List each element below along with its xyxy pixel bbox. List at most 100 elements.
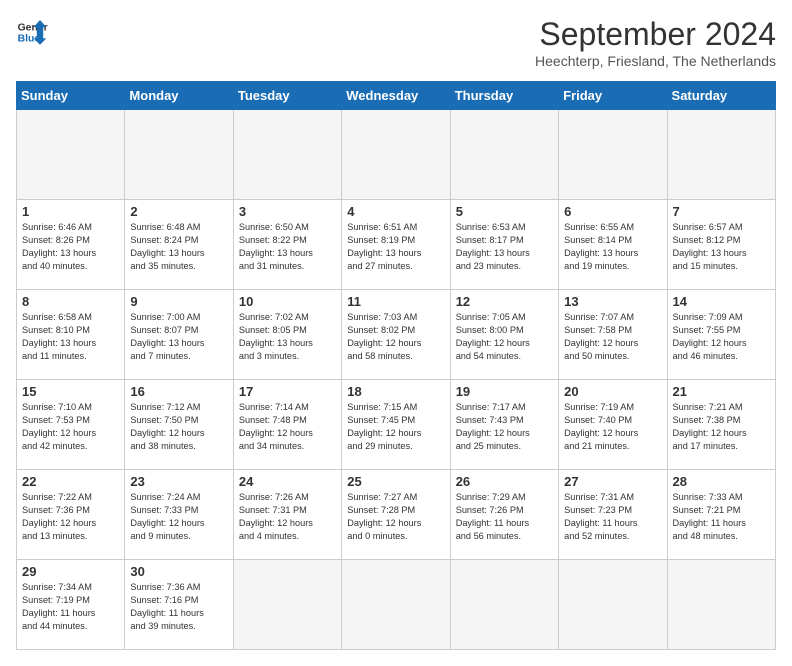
day-number: 26 xyxy=(456,474,553,489)
day-number: 24 xyxy=(239,474,336,489)
calendar-cell: 12 Sunrise: 7:05 AM Sunset: 8:00 PM Dayli… xyxy=(450,290,558,380)
day-number: 8 xyxy=(22,294,119,309)
calendar-cell: 20 Sunrise: 7:19 AM Sunset: 7:40 PM Dayli… xyxy=(559,380,667,470)
calendar-cell xyxy=(450,560,558,650)
page-header: General Blue September 2024 Heechterp, F… xyxy=(16,16,776,69)
day-number: 7 xyxy=(673,204,770,219)
day-number: 28 xyxy=(673,474,770,489)
day-number: 5 xyxy=(456,204,553,219)
day-number: 10 xyxy=(239,294,336,309)
day-info: Sunrise: 7:31 AM Sunset: 7:23 PM Dayligh… xyxy=(564,491,661,543)
day-number: 13 xyxy=(564,294,661,309)
calendar-cell: 15 Sunrise: 7:10 AM Sunset: 7:53 PM Dayli… xyxy=(17,380,125,470)
day-number: 15 xyxy=(22,384,119,399)
calendar-cell: 21Sunrise: 7:21 AM Sunset: 7:38 PM Dayli… xyxy=(667,380,775,470)
day-number: 12 xyxy=(456,294,553,309)
calendar-cell: 24 Sunrise: 7:26 AM Sunset: 7:31 PM Dayli… xyxy=(233,470,341,560)
day-info: Sunrise: 6:48 AM Sunset: 8:24 PM Dayligh… xyxy=(130,221,227,273)
day-info: Sunrise: 7:02 AM Sunset: 8:05 PM Dayligh… xyxy=(239,311,336,363)
day-info: Sunrise: 7:12 AM Sunset: 7:50 PM Dayligh… xyxy=(130,401,227,453)
day-number: 2 xyxy=(130,204,227,219)
day-info: Sunrise: 7:34 AM Sunset: 7:19 PM Dayligh… xyxy=(22,581,119,633)
day-info: Sunrise: 7:29 AM Sunset: 7:26 PM Dayligh… xyxy=(456,491,553,543)
day-info: Sunrise: 6:58 AM Sunset: 8:10 PM Dayligh… xyxy=(22,311,119,363)
calendar-cell: 3 Sunrise: 6:50 AM Sunset: 8:22 PM Daylig… xyxy=(233,200,341,290)
location: Heechterp, Friesland, The Netherlands xyxy=(535,53,776,69)
weekday-header: Friday xyxy=(559,82,667,110)
day-info: Sunrise: 7:05 AM Sunset: 8:00 PM Dayligh… xyxy=(456,311,553,363)
day-info: Sunrise: 7:17 AM Sunset: 7:43 PM Dayligh… xyxy=(456,401,553,453)
day-number: 21 xyxy=(673,384,770,399)
calendar-cell xyxy=(17,110,125,200)
weekday-header: Wednesday xyxy=(342,82,450,110)
day-number: 16 xyxy=(130,384,227,399)
calendar-cell: 14 Sunrise: 7:09 AM Sunset: 7:55 PM Dayli… xyxy=(667,290,775,380)
day-number: 20 xyxy=(564,384,661,399)
month-title: September 2024 xyxy=(535,16,776,53)
calendar-cell: 7 Sunrise: 6:57 AM Sunset: 8:12 PM Daylig… xyxy=(667,200,775,290)
day-number: 22 xyxy=(22,474,119,489)
day-number: 19 xyxy=(456,384,553,399)
calendar-cell: 6 Sunrise: 6:55 AM Sunset: 8:14 PM Daylig… xyxy=(559,200,667,290)
day-number: 29 xyxy=(22,564,119,579)
calendar-cell: 10 Sunrise: 7:02 AM Sunset: 8:05 PM Dayli… xyxy=(233,290,341,380)
day-number: 14 xyxy=(673,294,770,309)
calendar-cell xyxy=(667,110,775,200)
calendar-cell: 16 Sunrise: 7:12 AM Sunset: 7:50 PM Dayli… xyxy=(125,380,233,470)
day-info: Sunrise: 7:14 AM Sunset: 7:48 PM Dayligh… xyxy=(239,401,336,453)
calendar-cell: 8 Sunrise: 6:58 AM Sunset: 8:10 PM Daylig… xyxy=(17,290,125,380)
weekday-header: Sunday xyxy=(17,82,125,110)
day-info: Sunrise: 7:27 AM Sunset: 7:28 PM Dayligh… xyxy=(347,491,444,543)
calendar-cell: 1 Sunrise: 6:46 AM Sunset: 8:26 PM Daylig… xyxy=(17,200,125,290)
day-info: Sunrise: 7:19 AM Sunset: 7:40 PM Dayligh… xyxy=(564,401,661,453)
calendar-cell: 11 Sunrise: 7:03 AM Sunset: 8:02 PM Dayli… xyxy=(342,290,450,380)
calendar-cell: 2 Sunrise: 6:48 AM Sunset: 8:24 PM Daylig… xyxy=(125,200,233,290)
calendar-table: SundayMondayTuesdayWednesdayThursdayFrid… xyxy=(16,81,776,650)
calendar-cell: 28Sunrise: 7:33 AM Sunset: 7:21 PM Dayli… xyxy=(667,470,775,560)
day-number: 6 xyxy=(564,204,661,219)
day-number: 11 xyxy=(347,294,444,309)
calendar-cell xyxy=(125,110,233,200)
day-info: Sunrise: 7:03 AM Sunset: 8:02 PM Dayligh… xyxy=(347,311,444,363)
day-number: 23 xyxy=(130,474,227,489)
calendar-cell: 4 Sunrise: 6:51 AM Sunset: 8:19 PM Daylig… xyxy=(342,200,450,290)
day-number: 25 xyxy=(347,474,444,489)
calendar-cell: 25 Sunrise: 7:27 AM Sunset: 7:28 PM Dayli… xyxy=(342,470,450,560)
calendar-cell xyxy=(667,560,775,650)
day-info: Sunrise: 6:50 AM Sunset: 8:22 PM Dayligh… xyxy=(239,221,336,273)
day-info: Sunrise: 7:36 AM Sunset: 7:16 PM Dayligh… xyxy=(130,581,227,633)
day-info: Sunrise: 7:22 AM Sunset: 7:36 PM Dayligh… xyxy=(22,491,119,543)
calendar-cell: 19 Sunrise: 7:17 AM Sunset: 7:43 PM Dayli… xyxy=(450,380,558,470)
calendar-cell: 23Sunrise: 7:24 AM Sunset: 7:33 PM Dayli… xyxy=(125,470,233,560)
day-info: Sunrise: 6:51 AM Sunset: 8:19 PM Dayligh… xyxy=(347,221,444,273)
calendar-cell: 27 Sunrise: 7:31 AM Sunset: 7:23 PM Dayli… xyxy=(559,470,667,560)
day-number: 17 xyxy=(239,384,336,399)
calendar-cell xyxy=(342,560,450,650)
day-info: Sunrise: 7:15 AM Sunset: 7:45 PM Dayligh… xyxy=(347,401,444,453)
weekday-header: Thursday xyxy=(450,82,558,110)
calendar-cell: 30Sunrise: 7:36 AM Sunset: 7:16 PM Dayli… xyxy=(125,560,233,650)
calendar-cell: 26 Sunrise: 7:29 AM Sunset: 7:26 PM Dayli… xyxy=(450,470,558,560)
calendar-cell xyxy=(233,560,341,650)
calendar-cell xyxy=(559,110,667,200)
day-number: 9 xyxy=(130,294,227,309)
day-number: 1 xyxy=(22,204,119,219)
day-number: 18 xyxy=(347,384,444,399)
day-info: Sunrise: 6:46 AM Sunset: 8:26 PM Dayligh… xyxy=(22,221,119,273)
day-number: 4 xyxy=(347,204,444,219)
day-info: Sunrise: 6:57 AM Sunset: 8:12 PM Dayligh… xyxy=(673,221,770,273)
calendar-cell: 29 Sunrise: 7:34 AM Sunset: 7:19 PM Dayli… xyxy=(17,560,125,650)
calendar-cell xyxy=(342,110,450,200)
day-info: Sunrise: 6:55 AM Sunset: 8:14 PM Dayligh… xyxy=(564,221,661,273)
title-block: September 2024 Heechterp, Friesland, The… xyxy=(535,16,776,69)
calendar-cell: 5Sunrise: 6:53 AM Sunset: 8:17 PM Daylig… xyxy=(450,200,558,290)
day-number: 27 xyxy=(564,474,661,489)
calendar-cell: 9Sunrise: 7:00 AM Sunset: 8:07 PM Daylig… xyxy=(125,290,233,380)
day-info: Sunrise: 7:10 AM Sunset: 7:53 PM Dayligh… xyxy=(22,401,119,453)
calendar-cell xyxy=(559,560,667,650)
calendar-cell: 18 Sunrise: 7:15 AM Sunset: 7:45 PM Dayli… xyxy=(342,380,450,470)
day-number: 3 xyxy=(239,204,336,219)
calendar-cell: 13Sunrise: 7:07 AM Sunset: 7:58 PM Dayli… xyxy=(559,290,667,380)
day-info: Sunrise: 7:09 AM Sunset: 7:55 PM Dayligh… xyxy=(673,311,770,363)
day-info: Sunrise: 7:26 AM Sunset: 7:31 PM Dayligh… xyxy=(239,491,336,543)
